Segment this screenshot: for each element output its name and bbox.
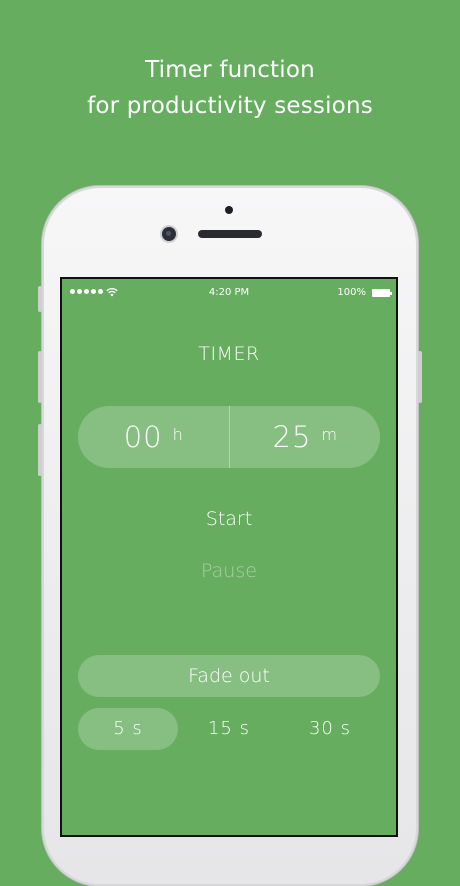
page-title: TIMER (198, 343, 260, 365)
fade-duration-option[interactable]: 15 s (179, 708, 279, 750)
fade-out-toggle[interactable]: Fade out (78, 655, 380, 697)
status-bar: 4:20 PM 100% (62, 279, 396, 309)
headline-line-1: Timer function (145, 57, 315, 83)
hours-value: 00 (123, 420, 163, 454)
volume-down-button (38, 424, 42, 476)
headline-line-2: for productivity sessions (87, 93, 373, 119)
fade-duration-option[interactable]: 5 s (78, 708, 178, 750)
power-button (418, 351, 422, 403)
app-screen: 4:20 PM 100% TIMER 00 h 25 m Start Pause… (60, 277, 398, 837)
start-button[interactable]: Start (62, 508, 396, 530)
battery-icon (372, 289, 392, 297)
fade-duration-option[interactable]: 30 s (280, 708, 380, 750)
hours-unit: h (172, 424, 183, 444)
fade-duration-selector: 5 s 15 s 30 s (78, 708, 380, 750)
minutes-unit: m (321, 424, 337, 444)
battery-percentage: 100% (337, 287, 366, 298)
mute-switch (38, 286, 42, 312)
front-camera-icon (162, 227, 176, 241)
promo-headline: Timer function for productivity sessions (0, 52, 460, 124)
minutes-picker[interactable]: 25 m (230, 406, 381, 468)
earpiece-speaker (198, 230, 262, 238)
hours-picker[interactable]: 00 h (78, 406, 230, 468)
minutes-value: 25 (272, 420, 312, 454)
pause-button[interactable]: Pause (62, 560, 396, 582)
proximity-sensor (225, 206, 233, 214)
time-picker: 00 h 25 m (78, 406, 380, 468)
volume-up-button (38, 351, 42, 403)
